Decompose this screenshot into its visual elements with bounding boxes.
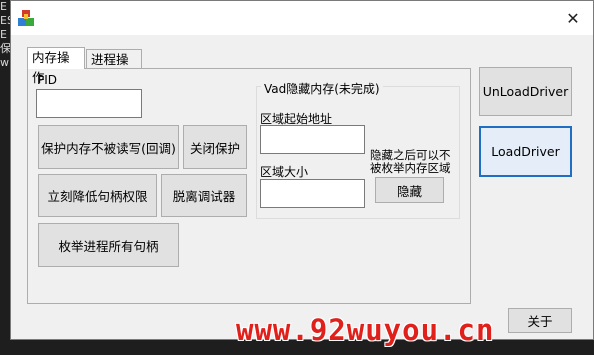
title-bar[interactable]: ✕ <box>11 1 593 35</box>
detach-debugger-button[interactable]: 脱离调试器 <box>161 174 247 217</box>
load-driver-button[interactable]: LoadDriver <box>479 126 572 177</box>
protect-memory-button[interactable]: 保护内存不被读写(回调) <box>38 125 179 169</box>
about-button[interactable]: 关于 <box>508 308 572 333</box>
tab-process-ops[interactable]: 进程操作 <box>86 49 142 87</box>
hide-note-text: 隐藏之后可以不被枚举内存区域 <box>370 148 451 175</box>
site-watermark: www.92wuyou.cn <box>236 313 495 347</box>
tab-memory-ops[interactable]: 内存操作 <box>27 47 85 85</box>
hide-button[interactable]: 隐藏 <box>375 177 444 203</box>
region-size-label: 区域大小 <box>260 165 309 179</box>
region-size-input[interactable] <box>260 179 365 208</box>
unload-driver-button[interactable]: UnLoadDriver <box>479 67 572 116</box>
enumerate-handles-button[interactable]: 枚举进程所有句柄 <box>38 223 179 267</box>
close-icon: ✕ <box>566 8 580 28</box>
lower-handle-permission-button[interactable]: 立刻降低句柄权限 <box>38 174 157 217</box>
start-address-input[interactable] <box>260 125 365 154</box>
close-button[interactable]: ✕ <box>559 6 587 30</box>
close-protect-button[interactable]: 关闭保护 <box>183 125 247 169</box>
main-window: ✕ 内存操作 进程操作 PID 保护内存不被读写(回调) 关闭保护 立刻降低句柄… <box>10 0 594 340</box>
vad-group-title: Vad隐藏内存(未完成) <box>261 80 383 97</box>
app-icon <box>18 10 34 26</box>
pid-input[interactable] <box>36 89 142 118</box>
